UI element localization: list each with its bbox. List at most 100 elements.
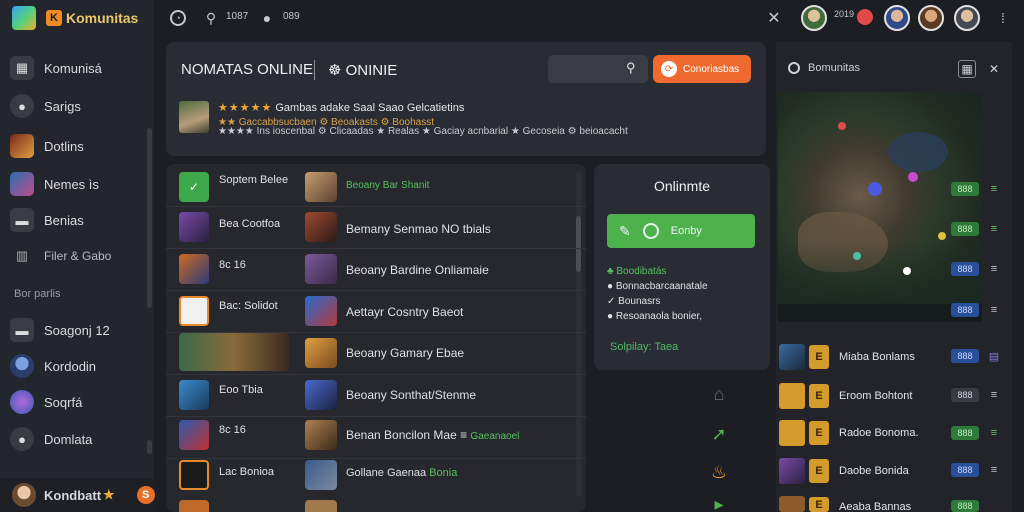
list-item-title-text: Benan Boncilon Mae ≡	[346, 428, 468, 442]
sidebar-item-2[interactable]: ● Sarigs	[10, 92, 145, 120]
game-thumbnail[interactable]	[779, 458, 805, 484]
avatar[interactable]	[801, 5, 827, 31]
game-thumbnail[interactable]	[779, 344, 805, 370]
notification-icon[interactable]	[857, 9, 873, 25]
sidebar-section-item-4[interactable]: ● Domlata	[10, 425, 145, 453]
list-icon[interactable]: ≡	[988, 464, 1000, 476]
game-thumbnail	[305, 296, 337, 326]
close-icon[interactable]: ✕	[765, 9, 783, 27]
game-icon	[10, 172, 34, 196]
topbar-count: 1087	[226, 11, 249, 22]
app-logo[interactable]	[12, 6, 36, 30]
list-item-title[interactable]: Miaba Bonlams	[839, 351, 915, 363]
game-banner	[179, 333, 289, 371]
game-icon	[179, 254, 209, 284]
score-badge: 888	[951, 262, 979, 276]
rank-badge: E	[809, 421, 829, 445]
map-unit	[853, 252, 861, 260]
more-icon[interactable]: ⁞	[994, 9, 1012, 27]
online-status: ● Resoanaola bonier,	[607, 311, 702, 322]
sidebar-item-3[interactable]: Dotlins	[10, 132, 145, 160]
score-badge: 888	[951, 349, 979, 363]
trend-icon[interactable]: ➚	[705, 420, 733, 448]
minimap[interactable]	[778, 92, 982, 322]
primary-button[interactable]: ⟳ Conoriasbas	[653, 55, 751, 83]
game-icon	[10, 134, 34, 158]
list-item-title[interactable]: Daobe Bonida	[839, 465, 909, 477]
list-icon[interactable]: ≡	[988, 263, 1000, 275]
person-icon	[10, 354, 34, 378]
sidebar-item-4[interactable]: Nemes ìs	[10, 170, 145, 198]
stack-icon[interactable]: ▤	[988, 350, 1000, 363]
game-thumbnail	[305, 254, 337, 284]
game-thumbnail	[305, 338, 337, 368]
hero-tags: ★★★★ Ins ioscenbal ⚙ Clicaadas ★ Realas …	[218, 126, 628, 137]
clock-icon[interactable]: ◔	[170, 10, 186, 26]
sidebar-item-1[interactable]: ▦ Komunisá	[10, 54, 145, 82]
sidebar-section-item-1[interactable]: ▬ Soagonj 12	[10, 316, 145, 344]
score-badge: 888	[951, 500, 979, 512]
list-item-label: Eoo Tbia	[219, 384, 263, 396]
sidebar-scrollbar[interactable]	[147, 128, 152, 308]
game-thumbnail[interactable]	[779, 496, 805, 512]
avatar[interactable]	[918, 5, 944, 31]
game-thumbnail	[305, 380, 337, 410]
grid-icon[interactable]: ▦	[958, 60, 976, 78]
home-icon[interactable]: ⌂	[705, 380, 733, 408]
list-item-title: Benan Boncilon Mae ≡ Gaeanaoel	[346, 428, 519, 442]
list-item-title[interactable]: Eroom Bohtont	[839, 390, 912, 402]
game-thumbnail	[305, 500, 337, 512]
sidebar-item-label: Soqrfá	[44, 394, 83, 410]
list-item-title[interactable]: Radoe Bonoma.	[839, 427, 919, 439]
sidebar-item-label: Benias	[44, 212, 84, 228]
coin-icon[interactable]: S	[136, 486, 155, 504]
topbar-count: 089	[283, 11, 300, 22]
game-thumbnail[interactable]	[779, 420, 805, 446]
join-button[interactable]: ✎ Eonby	[607, 214, 755, 248]
list-item-title: Bemany Senmao NO tbials	[346, 222, 491, 236]
list-item-tag: Bonia	[429, 467, 458, 479]
game-thumbnail[interactable]	[779, 383, 805, 409]
list-item-title[interactable]: Aeaba Bannas	[839, 501, 911, 512]
subtitle-text: ONINIE	[345, 62, 398, 79]
sidebar-item-6[interactable]: ▥ Filer & Gabo	[10, 242, 145, 270]
user-profile[interactable]: Kondbatt ★ S	[0, 478, 155, 512]
list-icon[interactable]: ≡	[988, 427, 1000, 439]
fire-icon[interactable]: ♨	[705, 458, 733, 486]
list-item-title: Beoany Sonthat/Stenme	[346, 388, 477, 402]
rank-badge: E	[809, 345, 829, 369]
map-unit	[938, 232, 946, 240]
list-item-label: 8c 16	[219, 259, 246, 271]
chat-icon: ●	[10, 427, 34, 451]
sidebar-scrollbar-lower[interactable]	[147, 440, 152, 454]
list-item-title: Beoany Bardine Onliamaie	[346, 263, 489, 277]
score-badge: 888	[951, 222, 979, 236]
avatar[interactable]	[884, 5, 910, 31]
search-icon[interactable]: ⚲	[202, 9, 220, 27]
sidebar-section-item-2[interactable]: Kordodin	[10, 352, 145, 380]
list-icon[interactable]: ≡	[988, 223, 1000, 235]
sidebar-section-item-3[interactable]: Soqrfá	[10, 388, 145, 416]
map-terrain	[888, 132, 948, 172]
hero-thumbnail[interactable]	[179, 101, 209, 133]
page-subtitle: ☸ ONINIE	[328, 61, 397, 79]
game-icon	[179, 460, 209, 490]
play-icon[interactable]: ▸	[705, 494, 733, 512]
sidebar-item-5[interactable]: ▬ Benias	[10, 206, 145, 234]
search-icon[interactable]: ⚲	[626, 60, 636, 76]
topbar-count: 2019	[834, 9, 855, 19]
chat-bubble-icon[interactable]: ●	[258, 9, 276, 27]
close-icon[interactable]: ✕	[985, 60, 1003, 78]
list-icon[interactable]: ≡	[988, 304, 1000, 316]
list-item-label: Soptem Belee	[219, 174, 289, 186]
list-icon[interactable]: ≡	[988, 183, 1000, 195]
game-thumbnail	[305, 460, 337, 490]
star-icon: ★	[103, 487, 115, 502]
list-icon[interactable]: ≡	[988, 389, 1000, 401]
avatar[interactable]	[954, 5, 980, 31]
brand[interactable]: K Komunitas	[46, 9, 138, 27]
score-badge: 888	[951, 303, 979, 317]
join-button-label: Eonby	[670, 225, 702, 237]
online-link[interactable]: Solpilay: Taea	[610, 341, 678, 353]
right-panel-title: Bomunitas	[808, 62, 860, 74]
